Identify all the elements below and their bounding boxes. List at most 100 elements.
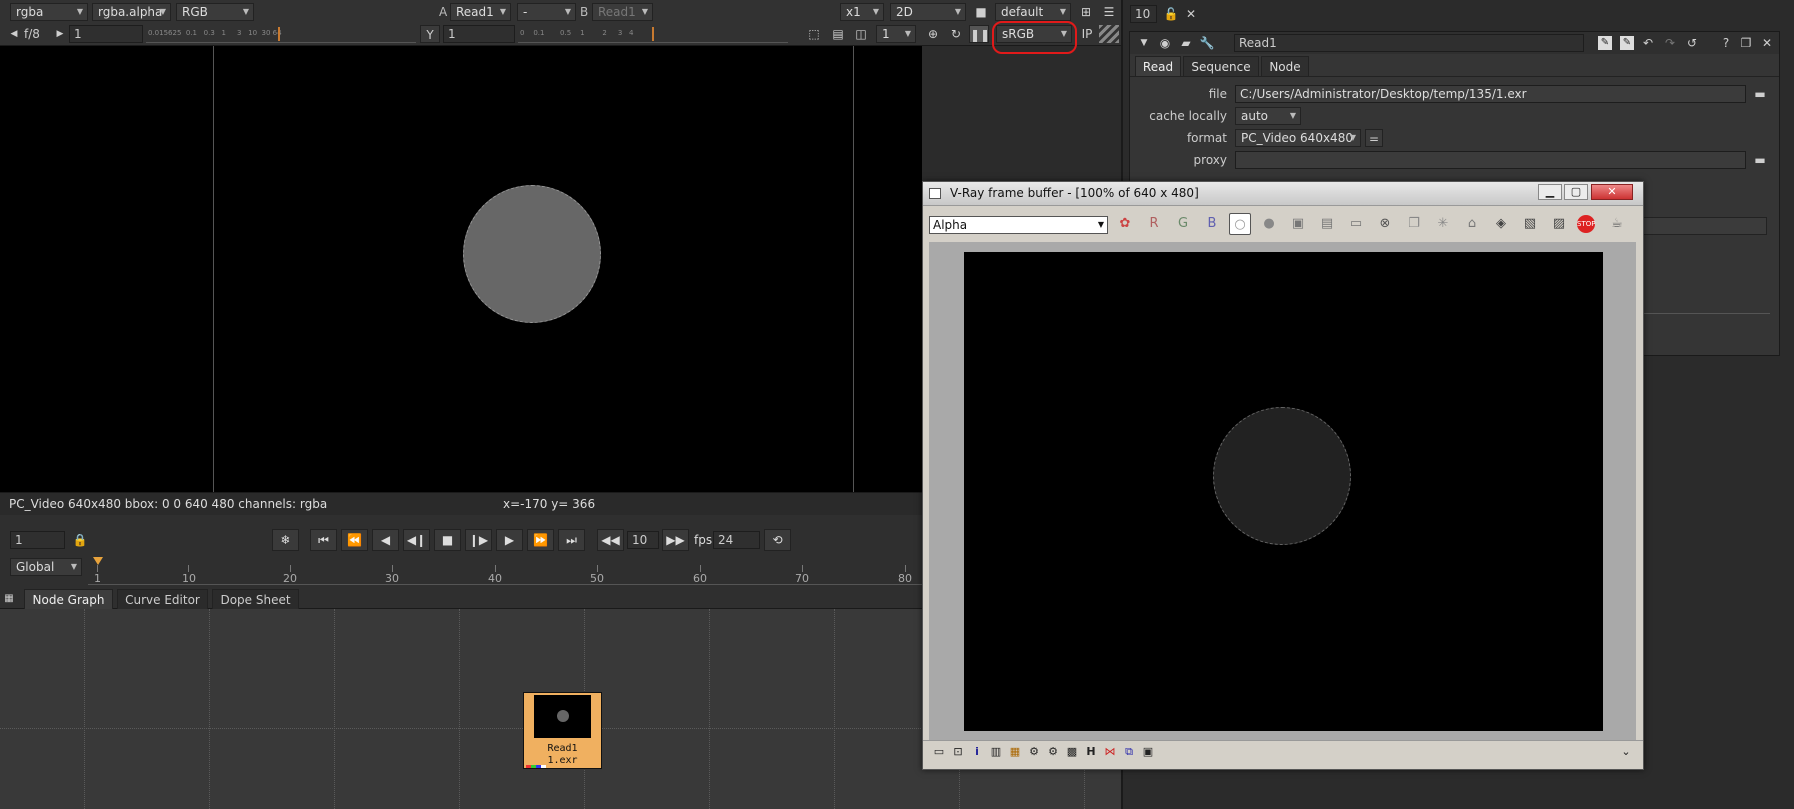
next-keyframe-button[interactable]: ⏩ [527, 529, 554, 551]
collapse-triangle-icon[interactable]: ▼ [1134, 34, 1154, 52]
green-channel-button[interactable]: G [1172, 213, 1194, 235]
loop-button[interactable]: ⟲ [764, 529, 791, 551]
proxy-scale-dropdown[interactable]: 1 ▼ [876, 25, 916, 43]
region-render-icon[interactable]: ⌂ [1461, 213, 1483, 235]
duplicate-icon[interactable]: ❐ [1403, 213, 1425, 235]
fps-field[interactable]: 24 [713, 531, 760, 549]
redo-icon[interactable]: ↷ [1660, 34, 1680, 52]
refresh-icon[interactable]: ↻ [946, 25, 966, 43]
read-node[interactable]: Read1 1.exr [523, 692, 602, 769]
curve-icon[interactable]: ▩ [1064, 744, 1080, 760]
wipe-icon[interactable] [1099, 25, 1119, 43]
prev-keyframe-button[interactable]: ⏪ [341, 529, 368, 551]
stop-button[interactable]: ■ [434, 529, 461, 551]
proxy-folder-icon[interactable]: ▬ [1750, 151, 1770, 169]
pause-icon[interactable]: ❚❚ [969, 25, 990, 43]
folder-icon[interactable]: ▬ [1750, 85, 1770, 103]
focus-icon[interactable]: ◫ [851, 25, 871, 43]
expand-icon[interactable]: ⌄ [1618, 744, 1634, 760]
gain-field[interactable]: 1 [69, 25, 143, 43]
roi-select-icon[interactable]: ⬚ [804, 25, 824, 43]
link-icon[interactable]: ◈ [1490, 213, 1512, 235]
fstop-right-arrow-icon[interactable]: ▶ [54, 25, 66, 43]
close-icon[interactable]: ✕ [1591, 184, 1633, 200]
prev-frame-button[interactable]: ◀ [372, 529, 399, 551]
lut-dropdown[interactable]: default ▼ [995, 3, 1071, 21]
compare-op-dropdown[interactable]: - ▼ [517, 3, 576, 21]
tab-node-graph[interactable]: Node Graph [24, 589, 113, 609]
clear-panels-icon[interactable]: ✕ [1181, 5, 1201, 23]
mono-view-icon[interactable]: ● [1258, 213, 1280, 235]
first-frame-button[interactable]: ⏮ [310, 529, 337, 551]
lock-icon[interactable]: 🔒 [70, 531, 90, 549]
red-channel-button[interactable]: R [1143, 213, 1165, 235]
zoom-dropdown[interactable]: x1 ▼ [840, 3, 884, 21]
edit-icon[interactable]: ✎ [1598, 36, 1612, 50]
render-teapot-icon[interactable]: ☕ [1606, 213, 1628, 235]
increment-field[interactable]: 10 [627, 531, 659, 549]
format-edit-button[interactable]: = [1365, 129, 1383, 147]
maximize-icon[interactable]: ▢ [1564, 184, 1588, 200]
stop-render-icon[interactable]: STOP [1577, 215, 1595, 233]
frame-field[interactable]: 1 [10, 531, 65, 549]
minimize-icon[interactable]: ▁ [1538, 184, 1562, 200]
save-all-icon[interactable]: ▤ [1316, 213, 1338, 235]
blue-channel-button[interactable]: B [1201, 213, 1223, 235]
alpha-view-button[interactable]: ○ [1229, 213, 1251, 235]
lut-icon[interactable]: ▦ [1007, 744, 1023, 760]
save-image-icon[interactable]: ▣ [1287, 213, 1309, 235]
clear-image-icon[interactable]: ⊗ [1374, 213, 1396, 235]
play-backward-button[interactable]: ◀❙ [403, 529, 430, 551]
frame-marker-button[interactable]: ❄ [272, 529, 299, 551]
undo-icon[interactable]: ↶ [1638, 34, 1658, 52]
settings-icon[interactable]: ▣ [1140, 744, 1156, 760]
camera-icon[interactable]: ■ [971, 3, 991, 21]
play-forward-button[interactable]: ❙▶ [465, 529, 492, 551]
max-panels-field[interactable]: 10 [1130, 5, 1157, 23]
tab-read[interactable]: Read [1135, 56, 1181, 76]
display-channels-dropdown[interactable]: RGB ▼ [176, 3, 254, 21]
wrench-icon[interactable]: 🔧 [1197, 34, 1217, 52]
node-icon[interactable]: ◉ [1155, 34, 1175, 52]
info-icon[interactable]: i [969, 744, 985, 760]
revert-icon[interactable]: ↺ [1682, 34, 1702, 52]
a-input-dropdown[interactable]: Read1 ▼ [450, 3, 511, 21]
crop-icon[interactable]: ⊡ [950, 744, 966, 760]
float-panel-icon[interactable]: ❐ [1736, 34, 1756, 52]
edit-alt-icon[interactable]: ✎ [1620, 36, 1634, 50]
file-field[interactable]: C:/Users/Administrator/Desktop/temp/135/… [1235, 85, 1746, 103]
proxy-field[interactable] [1235, 151, 1746, 169]
tab-node[interactable]: Node [1261, 56, 1309, 76]
roi-icon[interactable]: ⊞ [1076, 3, 1096, 21]
vfb-image[interactable] [964, 252, 1603, 731]
alpha-channel-dropdown[interactable]: rgba.alpha ▼ [92, 3, 171, 21]
cache-locally-dropdown[interactable]: auto ▼ [1235, 107, 1301, 125]
track-mouse-icon[interactable]: ✳ [1432, 213, 1454, 235]
skip-forward-button[interactable]: ▶▶ [662, 529, 689, 551]
tab-dope-sheet[interactable]: Dope Sheet [212, 589, 299, 609]
compare-icon[interactable]: ⋈ [1102, 744, 1118, 760]
viewer-settings-icon[interactable]: ☰ [1099, 3, 1119, 21]
render-region-icon[interactable]: ▨ [1548, 213, 1570, 235]
last-frame-button[interactable]: ⏭ [558, 529, 585, 551]
proxy-icon[interactable]: ▤ [828, 25, 848, 43]
fstop-left-arrow-icon[interactable]: ◀ [8, 25, 20, 43]
render-last-icon[interactable]: ▧ [1519, 213, 1541, 235]
gamma-toggle[interactable]: Y [420, 25, 440, 43]
format-dropdown[interactable]: PC_Video 640x480 ▼ [1235, 129, 1361, 147]
viewer-canvas[interactable] [0, 46, 922, 492]
skip-back-button[interactable]: ◀◀ [597, 529, 624, 551]
panel-menu-icon[interactable]: ▦ [2, 590, 16, 608]
gamma-field[interactable]: 1 [443, 25, 515, 43]
vfb-titlebar[interactable]: V-Ray frame buffer - [100% of 640 x 480]… [923, 182, 1643, 206]
channels-dropdown[interactable]: rgba ▼ [10, 3, 88, 21]
input-process-toggle[interactable]: IP [1077, 25, 1097, 43]
load-image-icon[interactable]: ▭ [1345, 213, 1367, 235]
gamma-slider[interactable]: 0 0.1 0.5 1 2 3 4 [518, 25, 788, 43]
close-panel-icon[interactable]: ✕ [1757, 34, 1777, 52]
range-mode-dropdown[interactable]: Global ▼ [10, 558, 82, 576]
read-node-icon[interactable]: ▰ [1176, 34, 1196, 52]
tab-curve-editor[interactable]: Curve Editor [117, 589, 208, 609]
histogram-icon[interactable]: H [1083, 744, 1099, 760]
history-icon[interactable]: ▭ [931, 744, 947, 760]
